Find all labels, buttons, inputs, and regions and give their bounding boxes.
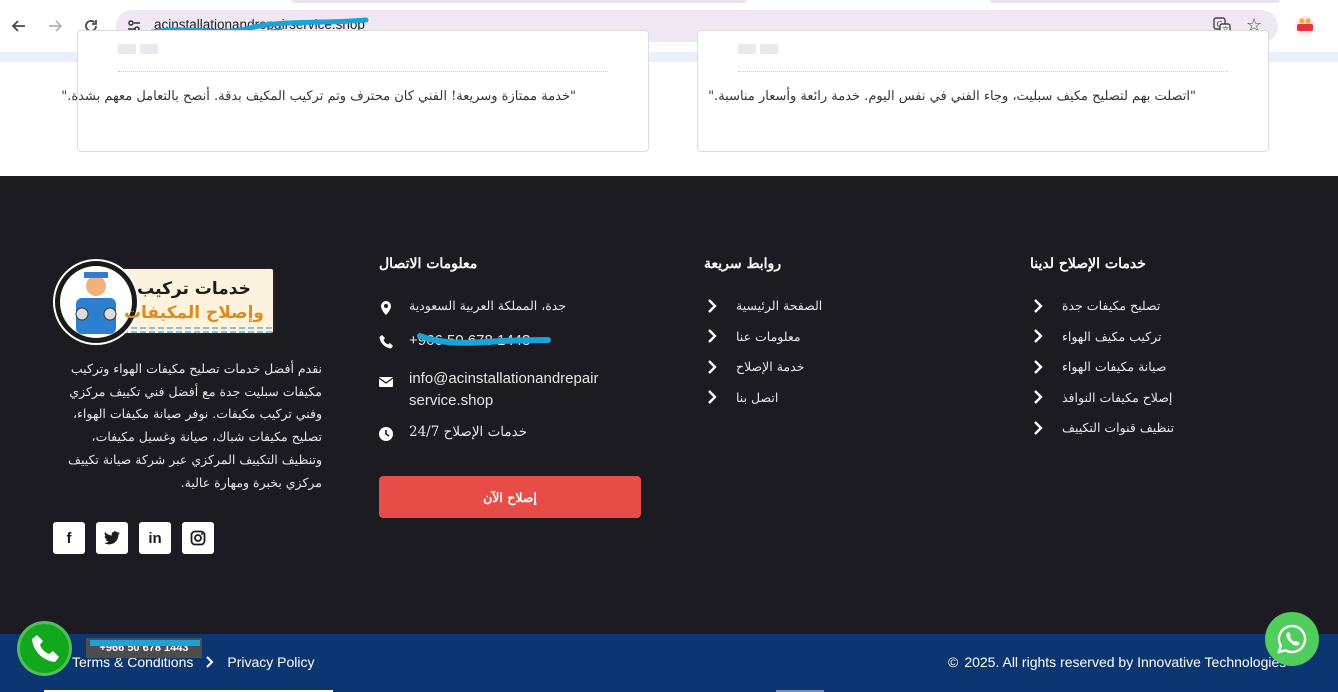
envelope-icon <box>379 377 393 387</box>
social-links: f in <box>53 522 214 554</box>
contact-hours: خدمات الإصلاح 24/7 <box>379 424 527 441</box>
quick-links-title: روابط سريعة <box>704 256 782 272</box>
footer-link-item[interactable]: تنظيف قنوات التكييف <box>1032 420 1174 435</box>
chevron-right-icon <box>1034 390 1043 404</box>
copyright: © 2025. All rights reserved by Innovative… <box>948 654 1286 670</box>
twitter-icon <box>104 531 120 545</box>
footer-link-label[interactable]: خدمة الإصلاح <box>736 359 804 374</box>
footer-link-item[interactable]: تصليح مكيفات جدة <box>1032 298 1160 313</box>
divider <box>738 71 1228 72</box>
footer-link-label[interactable]: اتصل بنا <box>736 390 778 405</box>
instagram-link[interactable] <box>182 522 214 554</box>
chevron-right-icon <box>708 390 717 404</box>
privacy-link[interactable]: Privacy Policy <box>227 654 314 670</box>
site-footer: خدمات تركيب وإصلاح المكيفات نقدم أفضل خد… <box>0 176 1338 634</box>
rating-placeholder <box>738 39 782 58</box>
footer-link-label[interactable]: إصلاح مكيفات النوافذ <box>1062 390 1172 405</box>
arrow-right-icon <box>49 20 63 32</box>
chevron-right-icon <box>708 329 717 343</box>
review-card: "خدمة ممتازة وسريعة! الفني كان محترف وتم… <box>61 30 649 152</box>
forward-button[interactable] <box>43 14 67 38</box>
clock-icon <box>379 427 393 441</box>
chevron-right-icon <box>708 359 717 374</box>
redaction-scribble <box>90 640 200 646</box>
arrow-left-icon <box>11 20 25 32</box>
footer-link-label[interactable]: تركيب مكيف الهواء <box>1062 329 1161 344</box>
footer-link-item[interactable]: اتصل بنا <box>706 390 778 405</box>
footer-link-item[interactable]: إصلاح مكيفات النوافذ <box>1032 390 1172 405</box>
logo-text: خدمات تركيب <box>137 279 251 299</box>
logo-text: وإصلاح المكيفات <box>124 303 264 323</box>
footer-link-item[interactable]: الصفحة الرئيسية <box>706 298 822 313</box>
footer-link-label[interactable]: تنظيف قنوات التكييف <box>1062 420 1174 435</box>
divider <box>118 71 608 72</box>
whatsapp-icon <box>1277 624 1307 654</box>
services-title: خدمات الإصلاح لدينا <box>1030 256 1146 272</box>
contact-email[interactable]: info@acinstallationandrepairservice.shop <box>379 368 599 412</box>
company-logo[interactable]: خدمات تركيب وإصلاح المكيفات <box>52 258 278 348</box>
call-button[interactable] <box>17 621 72 676</box>
repair-now-button[interactable]: إصلاح الآن <box>379 476 641 518</box>
hours-text: خدمات الإصلاح 24/7 <box>409 424 528 440</box>
chevron-right-icon <box>1034 420 1043 435</box>
contact-location: جدة، المملكة العربية السعودية <box>379 298 566 315</box>
footer-link-label[interactable]: الصفحة الرئيسية <box>736 298 822 313</box>
back-button[interactable] <box>7 14 31 38</box>
redaction-scribble <box>417 333 551 346</box>
facebook-link[interactable]: f <box>53 522 85 554</box>
chevron-right-icon <box>206 656 214 668</box>
chevron-right-icon <box>1034 329 1043 343</box>
footer-link-label[interactable]: صيانة مكيفات الهواء <box>1062 359 1166 374</box>
phone-handset-icon <box>31 634 59 662</box>
tab-strip-hint <box>990 0 1280 3</box>
location-text: جدة، المملكة العربية السعودية <box>409 298 567 313</box>
linkedin-icon: in <box>148 529 162 547</box>
instagram-icon <box>190 530 206 546</box>
review-quote: "اتصلت بهم لتصليح مكيف سبليت، وجاء الفني… <box>708 89 1196 104</box>
copyright-icon: © <box>948 654 959 670</box>
copyright-text: 2025. All rights reserved by Innovative … <box>964 654 1287 670</box>
review-card: "اتصلت بهم لتصليح مكيف سبليت، وجاء الفني… <box>697 30 1269 152</box>
footer-link-item[interactable]: خدمة الإصلاح <box>706 359 804 374</box>
review-quote: "خدمة ممتازة وسريعة! الفني كان محترف وتم… <box>61 89 576 104</box>
email-text[interactable]: info@acinstallationandrepairservice.shop <box>409 368 599 412</box>
linkedin-link[interactable]: in <box>139 522 171 554</box>
whatsapp-button[interactable] <box>1265 612 1319 666</box>
extension-icon[interactable] <box>1294 15 1316 37</box>
footer-link-item[interactable]: معلومات عنا <box>706 329 801 344</box>
about-paragraph: نقدم أفضل خدمات تصليح مكيفات الهواء وترك… <box>68 361 322 490</box>
footer-link-label[interactable]: تصليح مكيفات جدة <box>1062 298 1160 313</box>
footer-link-label[interactable]: معلومات عنا <box>736 329 801 344</box>
twitter-link[interactable] <box>96 522 128 554</box>
contact-title: معلومات الاتصال <box>379 256 478 272</box>
tab-strip-hint <box>292 0 747 3</box>
phone-icon <box>379 335 393 349</box>
footer-link-item[interactable]: تركيب مكيف الهواء <box>1032 329 1161 344</box>
chevron-right-icon <box>1034 298 1043 313</box>
rating-placeholder <box>118 39 162 58</box>
footer-link-item[interactable]: صيانة مكيفات الهواء <box>1032 359 1166 374</box>
chevron-right-icon <box>708 298 717 313</box>
location-pin-icon <box>381 301 391 315</box>
chevron-right-icon <box>1034 359 1043 374</box>
facebook-icon: f <box>66 529 72 547</box>
